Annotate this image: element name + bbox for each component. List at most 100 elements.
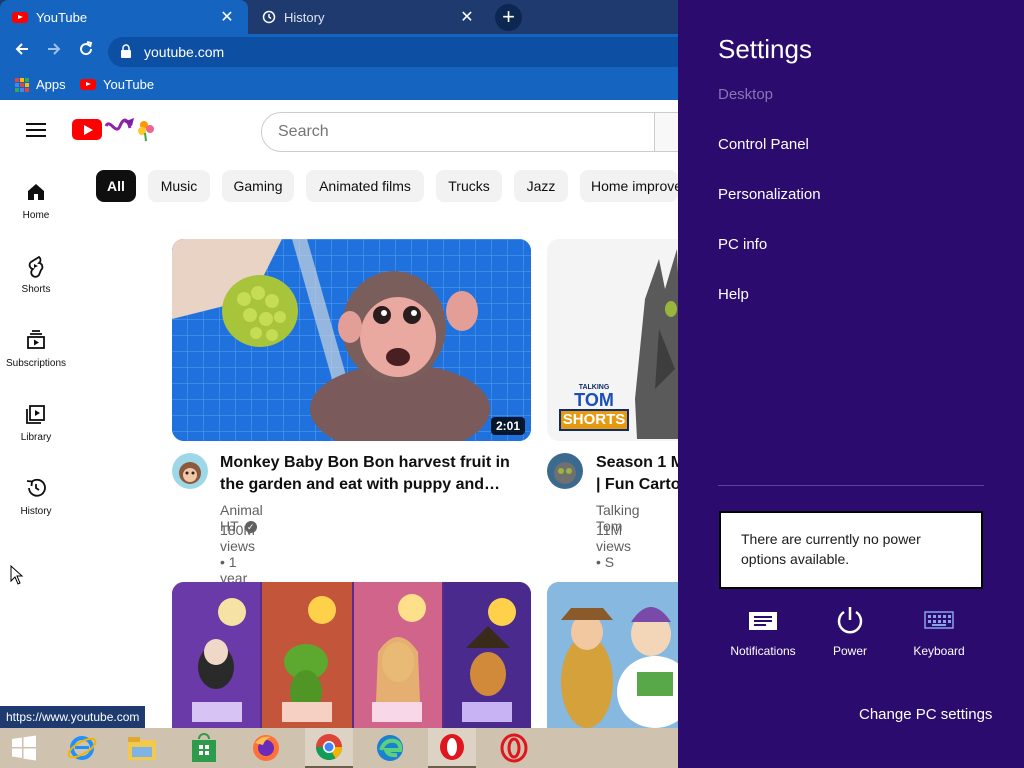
guide-history[interactable]: History <box>0 476 72 517</box>
taskbar-edge[interactable] <box>366 728 414 768</box>
bookmark-label: Apps <box>36 77 66 92</box>
opera-gx-icon <box>500 733 528 763</box>
start-button[interactable] <box>0 728 48 768</box>
bookmark-youtube[interactable]: YouTube <box>80 77 154 92</box>
back-button[interactable] <box>10 40 34 64</box>
chip-jazz[interactable]: Jazz <box>514 170 568 202</box>
status-url: https://www.youtube.com <box>0 706 146 728</box>
video-duration: 2:01 <box>490 417 525 435</box>
chip-gaming[interactable]: Gaming <box>222 170 294 202</box>
bookmark-apps[interactable]: Apps <box>15 77 66 92</box>
chrome-icon <box>315 734 343 761</box>
guide-label: Subscriptions <box>5 358 67 369</box>
tiles-hop-thumbnail-image <box>172 582 531 728</box>
shorts-icon <box>28 255 44 278</box>
settings-link-help[interactable]: Help <box>718 286 749 303</box>
taskbar-file-explorer[interactable] <box>118 728 166 768</box>
guide-label: Shorts <box>21 284 51 295</box>
monkey-thumbnail-image <box>172 239 531 441</box>
notifications-button[interactable]: Notifications <box>718 604 808 658</box>
youtube-favicon-icon <box>12 11 28 23</box>
reload-button[interactable] <box>74 40 98 64</box>
menu-icon[interactable] <box>26 123 46 137</box>
keyboard-label: Keyboard <box>913 644 965 658</box>
chip-music[interactable]: Music <box>148 170 210 202</box>
mouse-cursor-icon <box>10 565 24 585</box>
guide-label: Home <box>22 210 50 221</box>
tab-title: History <box>284 9 325 25</box>
windows-start-icon <box>12 735 36 761</box>
video-title-line: Season 1 M <box>596 454 685 471</box>
video-title-line: | Fun Carto <box>596 476 681 493</box>
video-stats: 11M views • S <box>596 522 632 570</box>
settings-link-desktop: Desktop <box>718 86 774 103</box>
power-button[interactable]: Power <box>805 604 895 658</box>
video-title-line: the garden and eat with puppy and… <box>220 476 501 493</box>
url-text: youtube.com <box>144 44 225 60</box>
bookmark-label: YouTube <box>103 77 155 92</box>
guide-library[interactable]: Library <box>0 402 72 443</box>
guide-shorts[interactable]: Shorts <box>0 254 72 295</box>
video-title-line: Monkey Baby Bon Bon harvest fruit in <box>220 454 510 471</box>
youtube-doodle-icon[interactable] <box>104 116 158 142</box>
power-label: Power <box>832 644 867 658</box>
keyboard-icon <box>924 611 954 629</box>
tab-history[interactable]: History ✕ <box>250 0 488 34</box>
forward-button[interactable] <box>42 40 66 64</box>
settings-title: Settings <box>718 34 812 64</box>
opera-icon <box>440 734 464 760</box>
chip-home-improvement[interactable]: Home improve <box>580 170 678 202</box>
taskbar-firefox[interactable] <box>242 728 290 768</box>
apps-grid-icon <box>15 77 29 92</box>
guide-subscriptions[interactable]: Subscriptions <box>0 328 72 369</box>
tab-youtube[interactable]: YouTube ✕ <box>0 0 248 34</box>
notifications-icon <box>749 612 777 630</box>
store-icon <box>192 733 216 762</box>
back-arrow-icon <box>15 43 28 55</box>
lock-icon <box>120 43 134 61</box>
subscriptions-icon <box>27 330 45 349</box>
taskbar-chrome[interactable] <box>305 728 353 768</box>
edge-icon <box>377 735 403 761</box>
guide-home[interactable]: Home <box>0 180 72 221</box>
logo-text: SHORTS <box>559 409 629 431</box>
chip-animated-films[interactable]: Animated films <box>306 170 424 202</box>
new-tab-button[interactable]: + <box>495 4 522 31</box>
video-title[interactable]: Season 1 M | Fun Carto <box>596 452 686 496</box>
change-pc-settings-link[interactable]: Change PC settings <box>859 706 992 723</box>
taskbar-opera-gx[interactable] <box>490 728 538 768</box>
search-input[interactable] <box>278 123 654 141</box>
taskbar-internet-explorer[interactable] <box>58 728 106 768</box>
settings-charm-panel: Settings Desktop Control Panel Personali… <box>678 0 1024 768</box>
search-box[interactable] <box>261 112 655 152</box>
settings-divider <box>718 485 984 486</box>
taskbar-store[interactable] <box>180 728 228 768</box>
settings-link-pc-info[interactable]: PC info <box>718 236 767 253</box>
youtube-logo[interactable] <box>72 119 102 140</box>
chip-all[interactable]: All <box>96 170 136 202</box>
guide-label: Library <box>20 432 52 443</box>
tab-close-button[interactable]: ✕ <box>218 7 236 27</box>
library-icon <box>26 405 45 424</box>
tab-close-button[interactable]: ✕ <box>458 7 476 27</box>
file-explorer-icon <box>128 737 156 760</box>
channel-avatar[interactable] <box>172 453 208 489</box>
tab-title: YouTube <box>36 9 88 25</box>
history-icon <box>26 478 46 497</box>
keyboard-button[interactable]: Keyboard <box>894 604 984 658</box>
logo-text: TOM <box>574 390 614 410</box>
history-favicon-icon <box>262 10 276 24</box>
youtube-icon <box>80 79 96 90</box>
chip-trucks[interactable]: Trucks <box>436 170 502 202</box>
channel-avatar[interactable] <box>547 453 583 489</box>
settings-link-control-panel[interactable]: Control Panel <box>718 136 809 153</box>
video-title[interactable]: Monkey Baby Bon Bon harvest fruit in the… <box>220 452 520 496</box>
power-options-message: There are currently no power options ava… <box>719 511 983 589</box>
notifications-label: Notifications <box>730 644 796 658</box>
video-thumbnail[interactable] <box>172 582 531 728</box>
taskbar-opera[interactable] <box>428 728 476 768</box>
talking-tom-shorts-logo: TALKING TOM SHORTS <box>559 384 629 431</box>
home-icon <box>28 184 44 200</box>
video-thumbnail[interactable]: 2:01 <box>172 239 531 441</box>
settings-link-personalization[interactable]: Personalization <box>718 186 821 203</box>
